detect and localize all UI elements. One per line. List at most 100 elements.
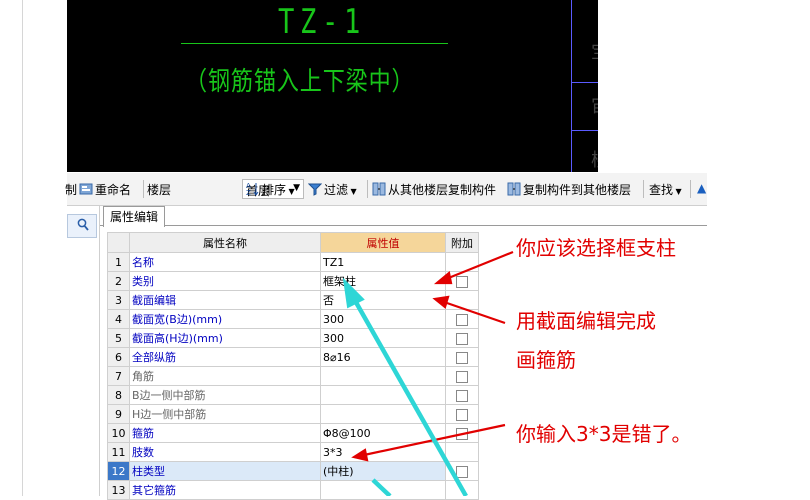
table-row[interactable]: 7 角筋 (107, 366, 479, 386)
extra-checkbox[interactable] (456, 351, 468, 364)
extra-checkbox[interactable] (456, 332, 468, 345)
copy-from-floor-button[interactable]: 从其他楼层复制构件 (372, 181, 496, 198)
property-value[interactable]: 框架柱 (320, 271, 446, 291)
property-name: B边一侧中部筋 (129, 385, 321, 405)
svg-text:Z: Z (246, 189, 251, 196)
property-value[interactable] (320, 366, 446, 386)
filter-button[interactable]: 过滤 ▼ (308, 181, 357, 198)
row-number: 11 (107, 442, 130, 462)
cad-frame-line (571, 0, 572, 172)
extra-checkbox[interactable] (456, 427, 468, 440)
extra-cell (445, 404, 479, 424)
extra-cell (445, 480, 479, 500)
toolbar-separator (143, 180, 144, 198)
property-name: 角筋 (129, 366, 321, 386)
extra-checkbox[interactable] (456, 275, 468, 288)
row-number: 8 (107, 385, 130, 405)
extra-checkbox[interactable] (456, 370, 468, 383)
annotation-select-frame-support: 你应该选择框支柱 (516, 236, 676, 260)
property-value[interactable] (320, 404, 446, 424)
table-row[interactable]: 3 截面编辑否 (107, 290, 479, 310)
property-name: 类别 (129, 271, 321, 291)
property-value[interactable] (320, 385, 446, 405)
extra-cell (445, 309, 479, 329)
cad-title-underline (181, 43, 448, 44)
filter-label: 过滤 (324, 183, 349, 197)
property-value[interactable] (320, 480, 446, 500)
copy-to-floor-button[interactable]: 复制构件到其他楼层 (507, 181, 631, 198)
tab-property-edit[interactable]: 属性编辑 (103, 206, 165, 227)
sort-icon: AZ (246, 182, 259, 196)
table-row[interactable]: 1 名称 TZ1 (107, 252, 479, 272)
rename-icon (79, 183, 93, 195)
property-value[interactable]: (中柱) (320, 461, 446, 481)
filter-icon (308, 183, 322, 196)
sort-button[interactable]: A Z 排序 ▼ (246, 181, 295, 198)
extra-cell (445, 347, 479, 367)
property-grid: 属性名称 属性值 附加 1 名称 TZ1 2 类别 框架柱 3 截面编辑否 4 截面宽(B边)(m… (107, 232, 479, 500)
property-name: 截面编辑 (129, 290, 321, 310)
row-number: 3 (107, 290, 130, 310)
toolbar-separator (367, 180, 368, 198)
sort-label: 排序 (262, 183, 287, 197)
extra-checkbox[interactable] (456, 408, 468, 421)
cad-viewport[interactable]: TZ-1 （钢筋锚入上下梁中） 宝 宙 楼 (67, 0, 598, 172)
annotation-draw-stirrup: 画箍筋 (516, 348, 576, 372)
arrow-up-icon[interactable]: ▲ (697, 181, 706, 195)
table-row[interactable]: 10 箍筋 Φ8@100 (107, 423, 479, 443)
table-row[interactable]: 4 截面宽(B边)(mm) 300 (107, 309, 479, 329)
table-row[interactable]: 6 全部纵筋 8⌀16 (107, 347, 479, 367)
toolbar-separator (690, 180, 691, 198)
extra-checkbox[interactable] (456, 313, 468, 326)
cad-side-glyph: 宙 (591, 92, 598, 118)
table-row[interactable]: 9 H边一侧中部筋 (107, 404, 479, 424)
grid-corner (107, 232, 130, 253)
cad-side-glyph: 宝 (591, 38, 598, 64)
annotation-input-wrong: 你输入3*3是错了。 (516, 422, 692, 446)
property-name: 箍筋 (129, 423, 321, 443)
table-row[interactable]: 12 柱类型 (中柱) (107, 461, 479, 481)
search-icon (77, 218, 89, 231)
property-name: 截面高(H边)(mm) (129, 328, 321, 348)
table-row[interactable]: 5 截面高(H边)(mm) 300 (107, 328, 479, 348)
find-label: 查找 (649, 183, 674, 197)
extra-cell (445, 252, 479, 272)
property-name: H边一侧中部筋 (129, 404, 321, 424)
copy-from-floor-icon (372, 182, 386, 196)
extra-checkbox[interactable] (456, 389, 468, 402)
row-number: 10 (107, 423, 130, 443)
cut-button[interactable]: 制 (65, 181, 77, 198)
copy-to-floor-label: 复制构件到其他楼层 (523, 183, 632, 197)
table-row[interactable]: 8 B边一侧中部筋 (107, 385, 479, 405)
row-number: 9 (107, 404, 130, 424)
annotation-section-edit: 用截面编辑完成 (516, 309, 656, 333)
property-value[interactable]: Φ8@100 (320, 423, 446, 443)
extra-cell (445, 271, 479, 291)
row-number: 5 (107, 328, 130, 348)
extra-cell (445, 290, 479, 310)
property-name: 截面宽(B边)(mm) (129, 309, 321, 329)
property-value[interactable]: 3*3 (320, 442, 446, 462)
extra-cell (445, 385, 479, 405)
extra-cell (445, 442, 479, 462)
property-value[interactable]: 300 (320, 328, 446, 348)
find-button[interactable]: 查找 ▼ (649, 181, 682, 198)
floor-label: 楼层 (147, 183, 172, 197)
row-number: 1 (107, 252, 130, 272)
component-list-panel (67, 206, 100, 496)
property-value[interactable]: TZ1 (320, 252, 446, 272)
property-value[interactable]: 8⌀16 (320, 347, 446, 367)
table-row[interactable]: 2 类别 框架柱 (107, 271, 479, 291)
cad-subtitle: （钢筋锚入上下梁中） (185, 67, 415, 97)
property-value[interactable]: 否 (320, 290, 446, 310)
extra-checkbox[interactable] (456, 465, 468, 478)
search-button[interactable] (67, 214, 97, 238)
rename-button[interactable]: 重命名 (79, 181, 131, 198)
row-number: 12 (107, 461, 130, 481)
property-value[interactable]: 300 (320, 309, 446, 329)
table-row[interactable]: 13 其它箍筋 (107, 480, 479, 500)
table-row[interactable]: 11 肢数 3*3 (107, 442, 479, 462)
copy-to-floor-icon (507, 182, 521, 196)
cad-side-glyph: 楼 (591, 146, 598, 172)
left-border (22, 0, 23, 496)
